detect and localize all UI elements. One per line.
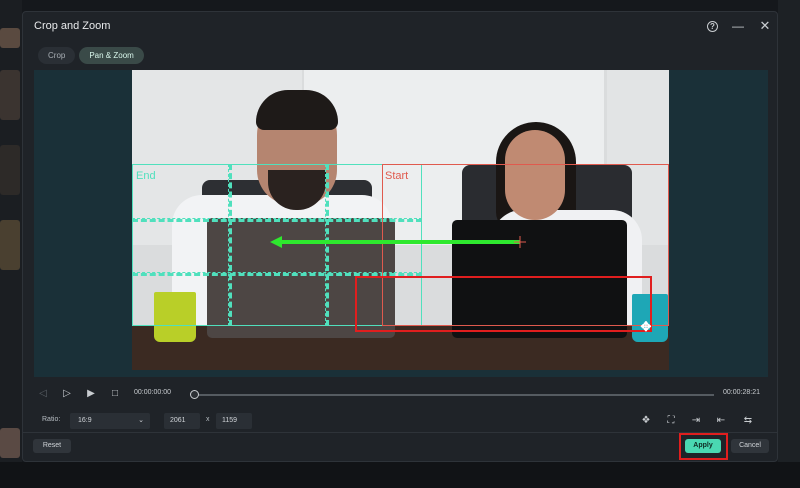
chevron-down-icon: ⌄	[138, 417, 144, 424]
footer-divider	[23, 432, 777, 433]
width-input[interactable]: 2061	[164, 413, 200, 429]
match-start-icon[interactable]: ⇤	[713, 413, 729, 429]
mode-tabs: Crop Pan & Zoom	[38, 47, 144, 64]
background-thumbnail	[0, 28, 20, 48]
previous-frame-icon[interactable]: ◁	[36, 387, 50, 401]
tab-crop[interactable]: Crop	[38, 47, 76, 64]
close-icon[interactable]: ✕	[757, 18, 773, 34]
next-frame-icon[interactable]: ▷	[60, 387, 74, 401]
stop-icon[interactable]: □	[108, 387, 122, 401]
ratio-label: Ratio:	[42, 416, 61, 423]
background-thumbnail	[0, 70, 20, 120]
pan-direction-arrow-icon	[270, 236, 526, 248]
fit-icon[interactable]: ❖	[638, 413, 654, 429]
start-label: Start	[385, 170, 409, 182]
background-thumbnail	[0, 145, 20, 195]
path-highlight-box	[355, 276, 652, 332]
dimension-separator: x	[206, 416, 210, 423]
playhead-knob[interactable]	[190, 390, 199, 399]
tab-pan-and-zoom[interactable]: Pan & Zoom	[79, 47, 144, 64]
video-frame: End Start ✥	[132, 70, 669, 370]
minimize-icon[interactable]: —	[730, 18, 746, 34]
ratio-select[interactable]: 16:9 ⌄	[70, 413, 150, 429]
background-thumbnail	[0, 428, 20, 458]
fullscreen-icon[interactable]: ⛶	[663, 413, 679, 429]
background-thumbnail	[0, 220, 20, 270]
playback-controls: ◁ ▷ ▶ □ 00:00:00:00 00:00:28:21	[34, 383, 768, 407]
height-input[interactable]: 1159	[216, 413, 252, 429]
playback-track[interactable]	[198, 394, 714, 396]
match-end-icon[interactable]: ⇥	[688, 413, 704, 429]
background-timeline	[0, 462, 800, 488]
scene-person-hair	[256, 90, 338, 130]
background-left-panel	[0, 0, 22, 488]
reset-button[interactable]: Reset	[33, 439, 71, 453]
cancel-button[interactable]: Cancel	[731, 439, 769, 453]
total-time: 00:00:28:21	[723, 389, 760, 396]
current-time: 00:00:00:00	[134, 389, 171, 396]
video-preview-area: End Start ✥	[34, 70, 768, 377]
play-icon[interactable]: ▶	[84, 387, 98, 401]
apply-button[interactable]: Apply	[685, 439, 721, 453]
swap-icon[interactable]: ⇆	[740, 413, 756, 429]
ratio-value: 16:9	[78, 417, 92, 424]
crop-and-zoom-dialog: Crop and Zoom ? — ✕ Crop Pan & Zoom End …	[22, 11, 778, 462]
background-right-panel	[778, 0, 800, 488]
help-circle-icon[interactable]: ?	[707, 21, 718, 32]
end-label: End	[136, 170, 156, 182]
dialog-titlebar: Crop and Zoom ? — ✕	[23, 12, 777, 40]
end-frame-gridline	[132, 218, 422, 222]
dialog-title: Crop and Zoom	[34, 20, 111, 32]
ratio-settings: Ratio: 16:9 ⌄ 2061 x 1159 ❖ ⛶ ⇥ ⇤ ⇆	[34, 411, 768, 431]
end-frame-gridline	[228, 164, 232, 326]
move-cursor-icon: ✥	[640, 319, 652, 334]
